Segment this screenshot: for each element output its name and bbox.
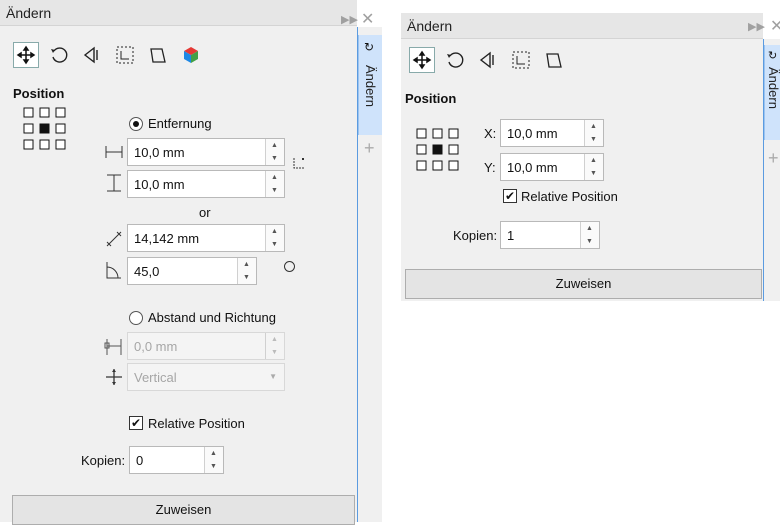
right-close-icon[interactable]: ✕	[770, 16, 780, 36]
x-value: 10,0 mm	[507, 126, 558, 141]
relative-position-label: Relative Position	[148, 416, 245, 431]
add-icon[interactable]: +	[364, 138, 375, 159]
chevron-down-icon: ▼	[269, 372, 277, 381]
offset-field[interactable]: 0,0 mm ▲ ▼	[127, 332, 285, 360]
right-side-tab[interactable]: ↻ Ändern	[764, 45, 780, 140]
or-label: or	[199, 205, 211, 220]
x-spinner[interactable]: ▲ ▼	[584, 120, 603, 146]
rotate-tool-button[interactable]	[46, 42, 72, 68]
3d-cube-icon	[184, 47, 198, 63]
offset-icon	[104, 339, 122, 355]
right-copies-value: 1	[507, 228, 515, 243]
scale-tool-button[interactable]	[79, 42, 105, 68]
rotate-icon	[51, 47, 68, 63]
right-expand-icon[interactable]: ▶▶	[748, 20, 765, 33]
offset-value: 0,0 mm	[134, 339, 178, 354]
horizontal-distance-icon	[105, 146, 123, 158]
horizontal-distance-field[interactable]: 10,0 mm ▲ ▼	[127, 138, 285, 166]
x-label: X:	[484, 126, 497, 141]
left-docker: Ändern Position Entfernung 10,0 mm ▲ ▼ 10…	[0, 0, 357, 525]
radio-direction-label: Abstand und Richtung	[148, 310, 276, 325]
expand-icon[interactable]: ▶▶	[341, 13, 358, 26]
relative-position-checkbox[interactable]: ✔	[129, 416, 143, 430]
position-tool-button[interactable]	[13, 42, 39, 68]
skew-icon	[546, 53, 562, 68]
diagonal-distance-icon	[106, 231, 122, 247]
angle-unit-circle-icon	[284, 261, 295, 272]
close-icon[interactable]: ✕	[361, 9, 374, 29]
right-docker: Ändern Position X: 10,0 mm ▲ ▼ Y: 10,0 mm…	[401, 13, 763, 301]
angle-spinner[interactable]: ▲ ▼	[237, 258, 256, 284]
right-add-icon[interactable]: +	[768, 148, 779, 169]
transform-tab-icon: ↻	[364, 40, 375, 54]
anchor-grid-icon[interactable]	[415, 127, 461, 173]
right-copies-spinner[interactable]: ▲ ▼	[580, 222, 599, 248]
angle-field[interactable]: 45,0 ▲ ▼	[127, 257, 257, 285]
size-tool-button[interactable]	[112, 42, 138, 68]
3d-tool-button[interactable]	[178, 42, 204, 68]
copies-value: 0	[136, 453, 144, 468]
copies-label: Kopien:	[81, 453, 126, 468]
apply-button[interactable]: Zuweisen	[12, 495, 355, 525]
position-tool-icon	[412, 50, 432, 70]
scale-icon	[479, 51, 494, 69]
diagonal-distance-spinner[interactable]: ▲ ▼	[265, 225, 284, 251]
y-field[interactable]: 10,0 mm ▲ ▼	[500, 153, 604, 181]
left-titlebar: Ändern	[0, 0, 357, 26]
right-relative-position-label: Relative Position	[521, 189, 618, 204]
scale-icon	[83, 46, 98, 64]
right-title: Ändern	[407, 18, 453, 34]
direction-dropdown[interactable]: Vertical ▼	[127, 363, 285, 391]
rotate-icon	[447, 52, 464, 68]
vertical-distance-icon	[107, 174, 121, 192]
right-relative-position-checkbox[interactable]: ✔	[503, 189, 517, 203]
horizontal-distance-spinner[interactable]: ▲ ▼	[265, 139, 284, 165]
right-copies-label: Kopien:	[453, 228, 498, 243]
right-rotate-tool-button[interactable]	[442, 47, 468, 73]
horizontal-distance-value: 10,0 mm	[134, 145, 185, 160]
radio-distance-label: Entfernung	[148, 116, 212, 131]
right-copies-field[interactable]: 1 ▲ ▼	[500, 221, 600, 249]
left-title: Ändern	[6, 5, 52, 21]
right-section-title: Position	[405, 91, 457, 106]
diagonal-distance-field[interactable]: 14,142 mm ▲ ▼	[127, 224, 285, 252]
y-spinner[interactable]: ▲ ▼	[584, 154, 603, 180]
right-apply-button[interactable]: Zuweisen	[405, 269, 762, 299]
x-field[interactable]: 10,0 mm ▲ ▼	[500, 119, 604, 147]
vertical-distance-spinner[interactable]: ▲ ▼	[265, 171, 284, 197]
left-side-tab[interactable]: ↻ Ändern	[358, 35, 382, 135]
distance-indicator-icon	[293, 158, 304, 169]
direction-icon	[106, 369, 122, 385]
right-skew-tool-button[interactable]	[541, 47, 567, 73]
left-section-title: Position	[13, 86, 65, 101]
skew-tool-button[interactable]	[145, 42, 171, 68]
size-icon	[116, 46, 134, 64]
right-scale-tool-button[interactable]	[475, 47, 501, 73]
size-icon	[512, 51, 530, 69]
right-titlebar: Ändern	[401, 13, 763, 39]
diagonal-distance-value: 14,142 mm	[134, 231, 200, 246]
right-side-tab-label: Ändern	[766, 67, 780, 109]
direction-value: Vertical	[134, 370, 177, 385]
y-value: 10,0 mm	[507, 160, 558, 175]
angle-value: 45,0	[134, 264, 160, 279]
y-label: Y:	[484, 160, 496, 175]
skew-icon	[150, 48, 166, 63]
anchor-grid-icon[interactable]	[22, 106, 68, 152]
right-size-tool-button[interactable]	[508, 47, 534, 73]
vertical-distance-value: 10,0 mm	[134, 177, 185, 192]
right-transform-tab-icon: ↻	[768, 50, 778, 62]
position-tool-icon	[16, 45, 36, 65]
copies-field[interactable]: 0 ▲ ▼	[129, 446, 224, 474]
radio-distance[interactable]	[129, 117, 143, 131]
offset-spinner[interactable]: ▲ ▼	[265, 333, 284, 359]
radio-direction[interactable]	[129, 311, 143, 325]
vertical-distance-field[interactable]: 10,0 mm ▲ ▼	[127, 170, 285, 198]
right-position-tool-button[interactable]	[409, 47, 435, 73]
copies-spinner[interactable]: ▲ ▼	[204, 447, 223, 473]
angle-icon	[106, 262, 121, 279]
left-side-tab-label: Ändern	[363, 65, 378, 107]
